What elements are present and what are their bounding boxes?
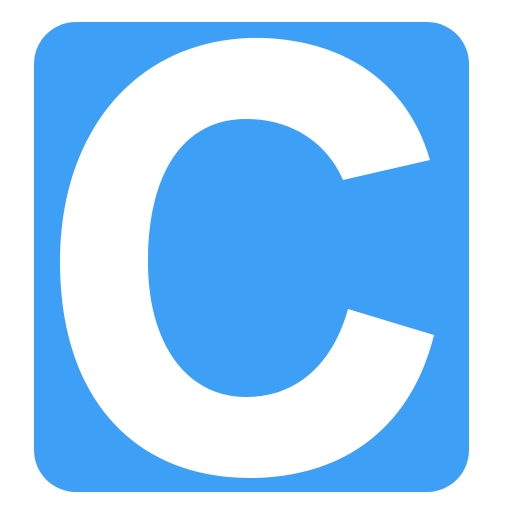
c-letter-logo-icon [34, 22, 469, 492]
app-icon-tile [34, 22, 469, 492]
icon-canvas [0, 0, 512, 512]
